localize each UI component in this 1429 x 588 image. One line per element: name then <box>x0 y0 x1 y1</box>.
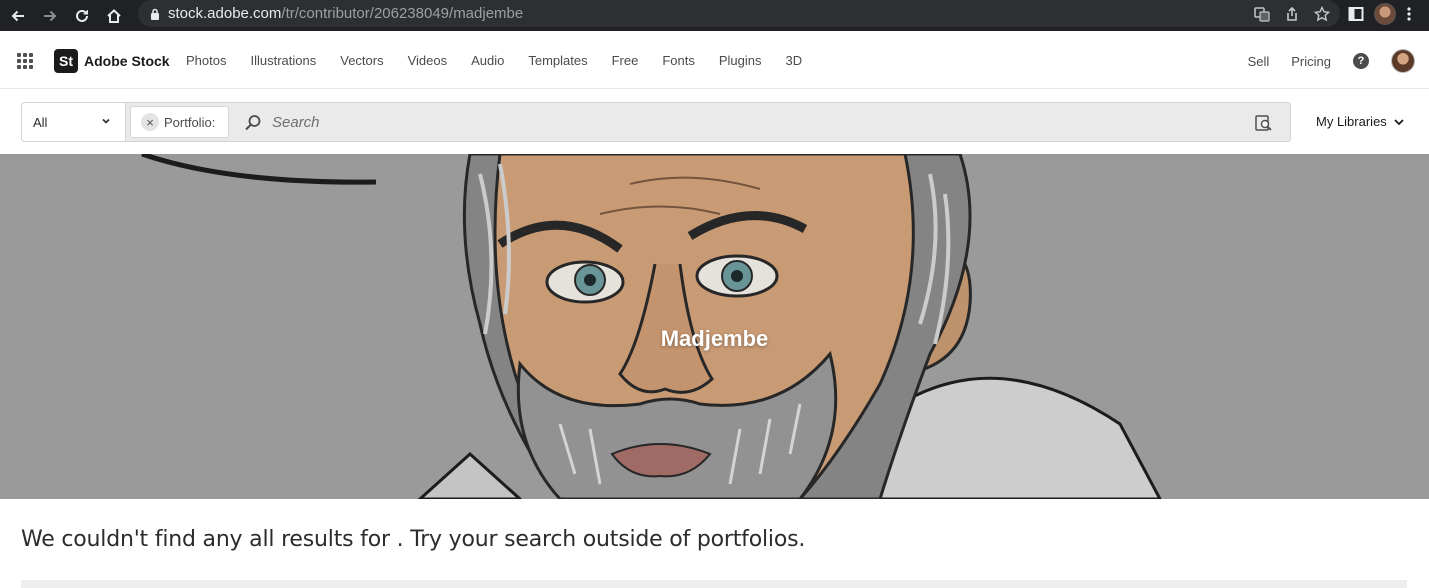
search-input[interactable] <box>272 109 1232 135</box>
bookmark-star-icon[interactable] <box>1314 5 1330 22</box>
search-bar: All × Portfolio: <box>21 102 1291 142</box>
brand-name: Adobe Stock <box>84 53 170 69</box>
asset-type-value: All <box>33 114 48 130</box>
nav-3d[interactable]: 3D <box>786 53 803 68</box>
no-results-message: We couldn't find any all results for . T… <box>21 527 806 552</box>
nav-vectors[interactable]: Vectors <box>340 53 383 68</box>
reload-icon <box>76 9 88 22</box>
nav-illustrations[interactable]: Illustrations <box>250 53 316 68</box>
more-vertical-icon[interactable] <box>1406 6 1412 22</box>
browser-toolbar: stock.adobe.com/tr/contributor/206238049… <box>0 0 1429 31</box>
chevron-down-icon <box>1394 118 1404 125</box>
nav-photos[interactable]: Photos <box>186 53 226 68</box>
chip-label: Portfolio: <box>164 114 216 130</box>
search-area: All × Portfolio: My Libraries <box>0 89 1429 154</box>
results-divider <box>21 580 1407 588</box>
arrow-left-icon <box>11 10 24 21</box>
my-libraries-label: My Libraries <box>1316 114 1387 129</box>
contributor-name: Madjembe <box>660 326 769 351</box>
chevron-down-icon <box>102 118 110 124</box>
lock-icon <box>151 8 159 20</box>
url-path: /tr/contributor/206238049/madjembe <box>281 5 524 22</box>
address-bar[interactable]: stock.adobe.com/tr/contributor/206238049… <box>138 0 1340 27</box>
header-actions: Sell Pricing ? <box>1248 49 1415 73</box>
adobe-stock-logo[interactable]: St Adobe Stock <box>54 49 170 73</box>
asset-type-select[interactable]: All <box>22 103 126 141</box>
side-panel-icon[interactable] <box>1348 6 1364 22</box>
reload-button[interactable] <box>68 2 96 30</box>
nav-templates[interactable]: Templates <box>528 53 587 68</box>
site-header: St Adobe Stock Photos Illustrations Vect… <box>0 31 1429 89</box>
app-switcher-icon[interactable] <box>17 53 33 69</box>
portfolio-filter-chip: × Portfolio: <box>130 106 229 138</box>
pricing-link[interactable]: Pricing <box>1291 54 1331 69</box>
home-button[interactable] <box>100 2 128 30</box>
nav-audio[interactable]: Audio <box>471 53 504 68</box>
nav-videos[interactable]: Videos <box>408 53 448 68</box>
share-icon[interactable] <box>1284 6 1300 22</box>
remove-chip-button[interactable]: × <box>141 113 159 131</box>
home-icon <box>107 8 121 23</box>
nav-fonts[interactable]: Fonts <box>662 53 695 68</box>
help-icon[interactable]: ? <box>1353 53 1369 69</box>
profile-avatar[interactable] <box>1374 2 1396 25</box>
main-nav: Photos Illustrations Vectors Videos Audi… <box>186 53 826 68</box>
url-text: stock.adobe.com/tr/contributor/206238049… <box>168 5 523 22</box>
url-host: stock.adobe.com <box>168 5 282 22</box>
forward-button[interactable] <box>36 2 64 30</box>
search-icon <box>245 115 261 131</box>
sell-link[interactable]: Sell <box>1248 54 1270 69</box>
nav-plugins[interactable]: Plugins <box>719 53 762 68</box>
nav-free[interactable]: Free <box>612 53 639 68</box>
translate-icon[interactable] <box>1254 6 1270 22</box>
logo-mark: St <box>54 49 78 73</box>
my-libraries-button[interactable]: My Libraries <box>1316 114 1405 129</box>
user-avatar[interactable] <box>1391 49 1415 73</box>
back-button[interactable] <box>4 2 32 30</box>
contributor-banner: Madjembe <box>0 154 1429 499</box>
visual-search-icon[interactable] <box>1255 114 1273 132</box>
arrow-right-icon <box>44 10 57 21</box>
